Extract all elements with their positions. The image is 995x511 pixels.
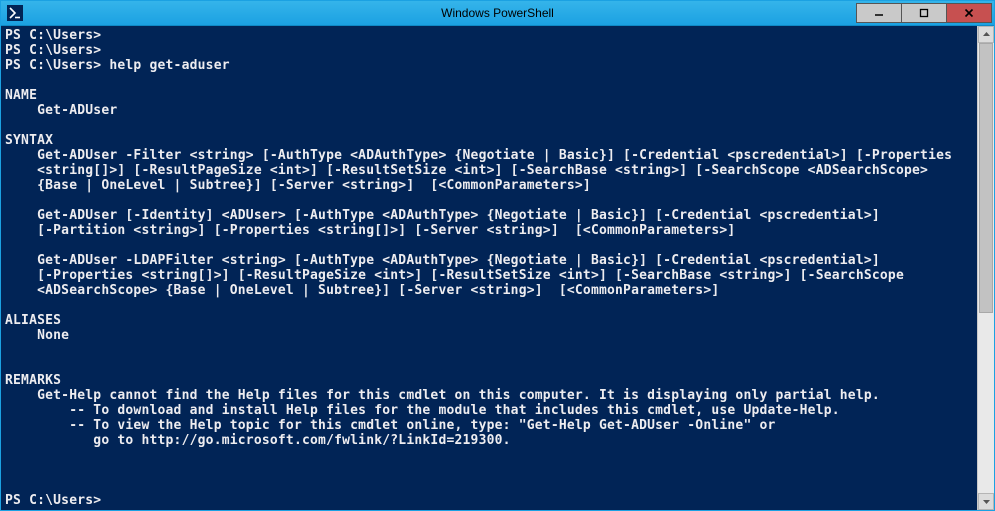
maximize-button[interactable] <box>901 3 947 23</box>
scroll-down-button[interactable] <box>978 493 994 510</box>
powershell-icon <box>7 5 23 21</box>
window-controls <box>857 3 992 23</box>
minimize-button[interactable] <box>856 3 902 23</box>
titlebar[interactable]: Windows PowerShell <box>1 1 994 26</box>
vertical-scrollbar[interactable] <box>977 26 994 510</box>
close-button[interactable] <box>946 3 992 23</box>
scroll-up-button[interactable] <box>978 26 994 43</box>
scrollbar-track[interactable] <box>978 43 994 493</box>
client-area: PS C:\Users> PS C:\Users> PS C:\Users> h… <box>1 26 994 510</box>
powershell-window: Windows PowerShell PS C:\Users> PS C:\Us… <box>0 0 995 511</box>
scrollbar-thumb[interactable] <box>979 43 993 313</box>
terminal-output[interactable]: PS C:\Users> PS C:\Users> PS C:\Users> h… <box>1 26 977 510</box>
window-title: Windows PowerShell <box>1 6 994 20</box>
